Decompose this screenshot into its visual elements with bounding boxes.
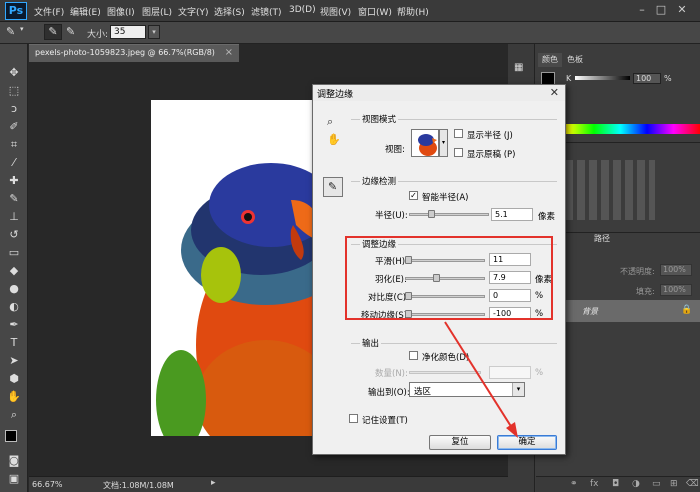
annotation-arrow [444,321,518,438]
